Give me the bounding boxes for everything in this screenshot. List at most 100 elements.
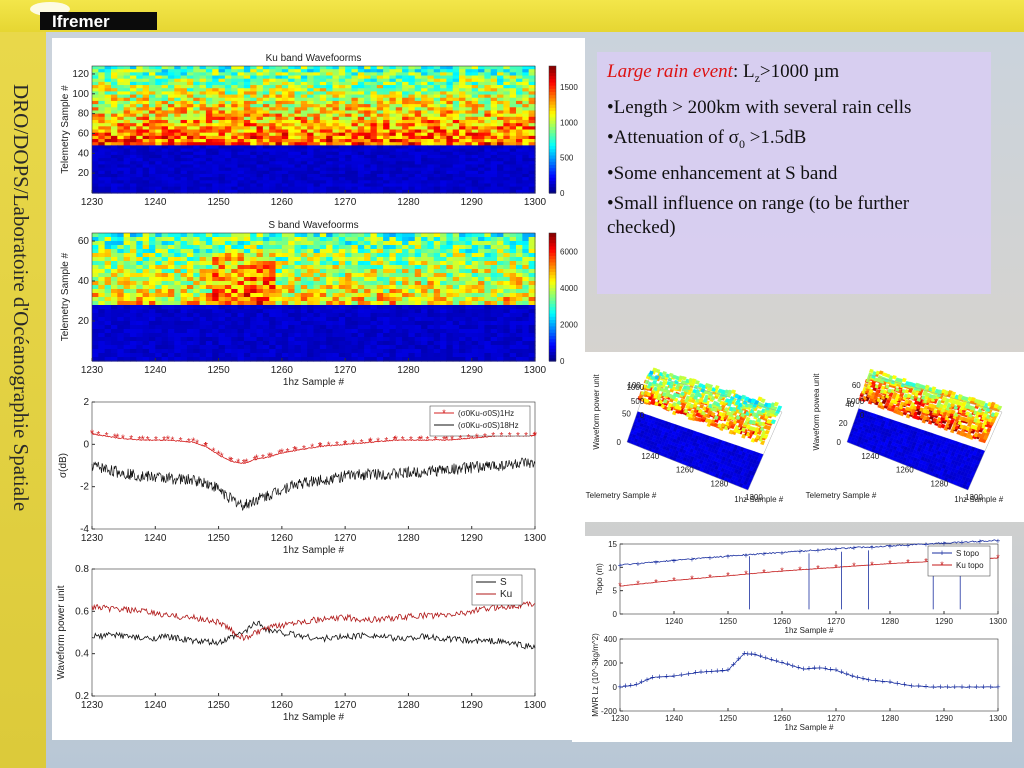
heatmap-cell: [269, 317, 277, 322]
heatmap-cell: [433, 329, 441, 334]
heatmap-cell: [110, 305, 118, 310]
heatmap-cell: [205, 337, 213, 342]
heatmap-cell: [408, 289, 416, 294]
heatmap-cell: [452, 257, 460, 262]
heatmap-cell: [288, 249, 296, 254]
heatmap-cell: [180, 333, 188, 338]
heatmap-cell: [395, 297, 403, 302]
heatmap-cell: [136, 285, 144, 290]
heatmap-cell: [427, 273, 435, 278]
heatmap-cell: [408, 301, 416, 306]
heatmap-cell: [503, 253, 511, 258]
heatmap-cell: [250, 325, 258, 330]
heatmap-cell: [313, 325, 321, 330]
heatmap-cell: [92, 333, 99, 338]
heatmap-cell: [262, 301, 270, 306]
x-tick-label: 1290: [461, 197, 484, 208]
heatmap-cell: [281, 289, 289, 294]
heatmap-cell: [497, 289, 504, 294]
heatmap-cell: [104, 345, 112, 350]
heatmap-cell: [351, 277, 359, 282]
heatmap-cell: [326, 249, 334, 254]
heatmap-cell: [275, 309, 283, 314]
heatmap-cell: [338, 309, 346, 314]
heatmap-cell: [205, 253, 213, 258]
heatmap-cell: [427, 293, 435, 298]
heatmap-cell: [471, 281, 479, 286]
heatmap-cell: [383, 273, 391, 278]
heatmap-cell: [326, 301, 334, 306]
heatmap-cell: [440, 345, 447, 350]
heatmap-cell: [421, 333, 429, 338]
heatmap-cell: [307, 285, 315, 290]
heatmap-cell: [98, 281, 106, 286]
heatmap-cell: [376, 317, 384, 322]
heatmap-cell: [465, 309, 473, 314]
heatmap-cell: [345, 341, 353, 346]
heatmap-cell: [98, 309, 106, 314]
heatmap-cell: [459, 321, 466, 326]
heatmap-cell: [402, 345, 410, 350]
heatmap-cell: [338, 233, 346, 238]
heatmap-cell: [231, 337, 239, 342]
heatmap-cell: [484, 341, 492, 346]
heatmap-cell: [478, 317, 485, 322]
heatmap-cell: [516, 253, 523, 258]
heatmap-cell: [364, 349, 372, 354]
heatmap-cell: [142, 269, 150, 274]
heatmap-cell: [326, 329, 334, 334]
heatmap-cell: [370, 261, 378, 266]
heatmap-cell: [376, 297, 384, 302]
heatmap-cell: [288, 293, 296, 298]
heatmap-cell: [167, 341, 175, 346]
heatmap-cell: [490, 341, 498, 346]
heatmap-cell: [497, 325, 504, 330]
heatmap-cell: [142, 237, 150, 242]
heatmap-cell: [427, 337, 435, 342]
heatmap-cell: [402, 301, 410, 306]
heatmap-cell: [370, 273, 378, 278]
heatmap-cell: [326, 269, 334, 274]
heatmap-cell: [389, 309, 397, 314]
heatmap-cell: [528, 341, 536, 346]
heatmap-cell: [490, 297, 498, 302]
heatmap-cell: [408, 321, 416, 326]
heatmap-cell: [357, 249, 365, 254]
heatmap-cell: [351, 285, 359, 290]
heatmap-cell: [186, 317, 194, 322]
heatmap-cell: [516, 305, 523, 310]
heatmap-cell: [497, 313, 504, 318]
heatmap-cell: [288, 301, 296, 306]
heatmap-cell: [193, 325, 201, 330]
heatmap-cell: [262, 341, 270, 346]
heatmap-cell: [180, 265, 188, 270]
heatmap-cell: [199, 289, 207, 294]
heatmap-cell: [509, 341, 517, 346]
heatmap-cell: [522, 305, 530, 310]
heatmap-cell: [199, 301, 207, 306]
heatmap-cell: [319, 341, 327, 346]
heatmap-cell: [256, 289, 264, 294]
heatmap-cell: [389, 341, 397, 346]
heatmap-cell: [313, 333, 321, 338]
heatmap-cell: [256, 297, 264, 302]
heatmap-cell: [269, 289, 277, 294]
heatmap-cell: [446, 305, 454, 310]
heatmap-cell: [123, 345, 131, 350]
heatmap-cell: [300, 249, 308, 254]
heatmap-cell: [186, 297, 194, 302]
heatmap-cell: [522, 325, 530, 330]
heatmap-cell: [92, 309, 99, 314]
heatmap-cell: [148, 349, 156, 354]
heatmap-cell: [307, 281, 315, 286]
heatmap-cell: [110, 353, 118, 358]
heatmap-cell: [262, 261, 270, 266]
heatmap-cell: [332, 317, 340, 322]
heatmap-cell: [395, 273, 403, 278]
heatmap-cell: [490, 349, 498, 354]
heatmap-cell: [262, 313, 270, 318]
heatmap-cell: [288, 345, 296, 350]
heatmap-cell: [269, 293, 277, 298]
heatmap-cell: [395, 301, 403, 306]
heatmap-cell: [212, 341, 220, 346]
